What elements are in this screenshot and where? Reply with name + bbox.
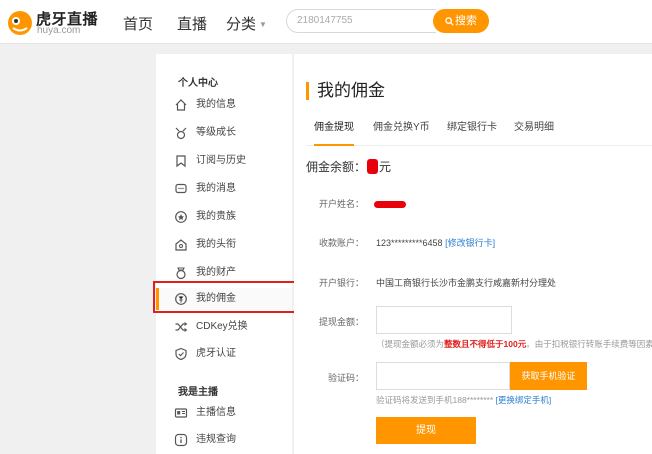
sidebar-item-cdkey[interactable]: CDKey兑换: [174, 316, 284, 338]
page-title: 我的佣金: [306, 82, 385, 100]
sidebar-item-label: 主播信息: [196, 407, 236, 418]
main-panel: 我的佣金 佣金提现 佣金兑换Y币 绑定银行卡 交易明细 佣金余额： 元 开户姓名：…: [294, 54, 652, 454]
sidebar-item-label: 我的贵族: [196, 211, 236, 222]
search-input[interactable]: 2180147755: [286, 9, 436, 33]
sidebar-item-label: 等级成长: [196, 127, 236, 138]
search-button-label: 搜索: [455, 15, 477, 27]
redacted-balance: [367, 159, 379, 174]
code-label: 验证码：: [327, 373, 364, 383]
sidebar-item-label: 我的信息: [196, 99, 236, 110]
sidebar-item-level[interactable]: 等级成长: [174, 122, 284, 144]
tab-transactions[interactable]: 交易明细: [514, 120, 554, 146]
bank-label: 开户银行：: [318, 278, 364, 288]
home-icon: [175, 99, 187, 111]
change-bank-card-link[interactable]: [修改银行卡]: [445, 238, 495, 248]
message-icon: [175, 183, 187, 194]
withdraw-amount-input[interactable]: [376, 306, 512, 334]
shield-icon: [175, 347, 187, 361]
phone-note-text: 验证码将发送到手机188********: [376, 395, 494, 405]
bank-name: 中国工商银行长沙市金鹏支行咸嘉新村分理处: [376, 278, 557, 288]
sidebar-item-anchor-info[interactable]: 主播信息: [174, 402, 284, 424]
title-icon: [175, 239, 187, 251]
account-number: 123*********6458 [修改银行卡]: [376, 236, 495, 249]
change-phone-link[interactable]: [更换绑定手机]: [496, 395, 552, 405]
search-button[interactable]: 搜索: [433, 9, 489, 33]
search-icon: [445, 17, 454, 26]
balance-label: 佣金余额：: [306, 160, 367, 174]
account-name-label: 开户姓名：: [318, 199, 364, 209]
caret-down-icon: ▼: [259, 20, 267, 29]
sidebar-item-verification[interactable]: 虎牙认证: [174, 343, 284, 365]
sidebar-item-label: 虎牙认证: [196, 348, 236, 359]
withdraw-submit-button[interactable]: 提现: [376, 417, 476, 444]
bookmark-icon: [176, 155, 186, 168]
sidebar-item-subscriptions[interactable]: 订阅与历史: [174, 150, 284, 172]
redacted-account-name: [374, 201, 406, 208]
tab-bind-bank-card[interactable]: 绑定银行卡: [447, 120, 497, 146]
hint-text-2: 。由于扣税银行转账手续费等因素: [526, 339, 652, 349]
shuffle-icon: [175, 322, 188, 332]
tab-bar: 佣金提现 佣金兑换Y币 绑定银行卡 交易明细: [306, 120, 652, 146]
amount-label: 提现金额：: [318, 317, 364, 327]
sidebar-item-label: 我的消息: [196, 183, 236, 194]
hint-warning: 整数且不得低于100元: [444, 339, 527, 349]
nav-home[interactable]: 首页: [123, 13, 153, 34]
nav-live[interactable]: 直播: [177, 13, 207, 34]
tab-exchange-ycoin[interactable]: 佣金兑换Y币: [373, 120, 430, 146]
info-icon: [174, 433, 188, 447]
get-code-button[interactable]: 获取手机验证: [510, 362, 587, 390]
wallet-icon: [176, 267, 186, 280]
logo-domain: huya.com: [37, 25, 81, 36]
hint-text-1: （提现金额必须为: [376, 339, 445, 349]
balance-unit: 元: [379, 160, 392, 174]
verification-code-input[interactable]: [376, 362, 510, 390]
sidebar-item-label: 我的头衔: [196, 239, 236, 250]
account-number-value: 123*********6458: [376, 238, 443, 248]
nav-category-label: 分类: [226, 16, 257, 33]
amount-hint: （提现金额必须为整数且不得低于100元。由于扣税银行转账手续费等因素: [376, 338, 652, 350]
sidebar-item-label: 订阅与历史: [196, 155, 246, 166]
id-card-icon: [174, 408, 188, 418]
sidebar-item-messages[interactable]: 我的消息: [174, 178, 284, 200]
huya-logo-icon: [8, 11, 32, 35]
sidebar-item-titles[interactable]: 我的头衔: [174, 234, 284, 256]
commission-balance: 佣金余额： 元: [306, 158, 391, 175]
account-number-label: 收款账户：: [318, 238, 364, 248]
noble-icon: [175, 211, 187, 223]
top-header: 虎牙直播 huya.com 首页 直播 分类 ▼ 2180147755 搜索: [0, 0, 652, 44]
phone-note: 验证码将发送到手机188******** [更换绑定手机]: [376, 394, 551, 406]
sidebar: 个人中心 我的信息 等级成长 订阅与历史 我的消息 我的贵族 我的头衔 我的财产…: [156, 54, 292, 454]
level-icon: [175, 127, 187, 140]
sidebar-item-label: CDKey兑换: [196, 321, 248, 332]
huya-logo[interactable]: 虎牙直播 huya.com: [6, 8, 106, 36]
sidebar-item-violations[interactable]: 违规查询: [174, 429, 284, 451]
highlight-annotation: [153, 281, 298, 313]
sidebar-item-noble[interactable]: 我的贵族: [174, 206, 284, 228]
sidebar-item-my-info[interactable]: 我的信息: [174, 94, 284, 116]
sidebar-section-anchor: 我是主播: [178, 387, 218, 398]
nav-category[interactable]: 分类 ▼: [226, 13, 267, 34]
sidebar-section-personal: 个人中心: [178, 78, 218, 89]
tab-withdraw[interactable]: 佣金提现: [314, 120, 354, 146]
sidebar-item-label: 违规查询: [196, 434, 236, 445]
